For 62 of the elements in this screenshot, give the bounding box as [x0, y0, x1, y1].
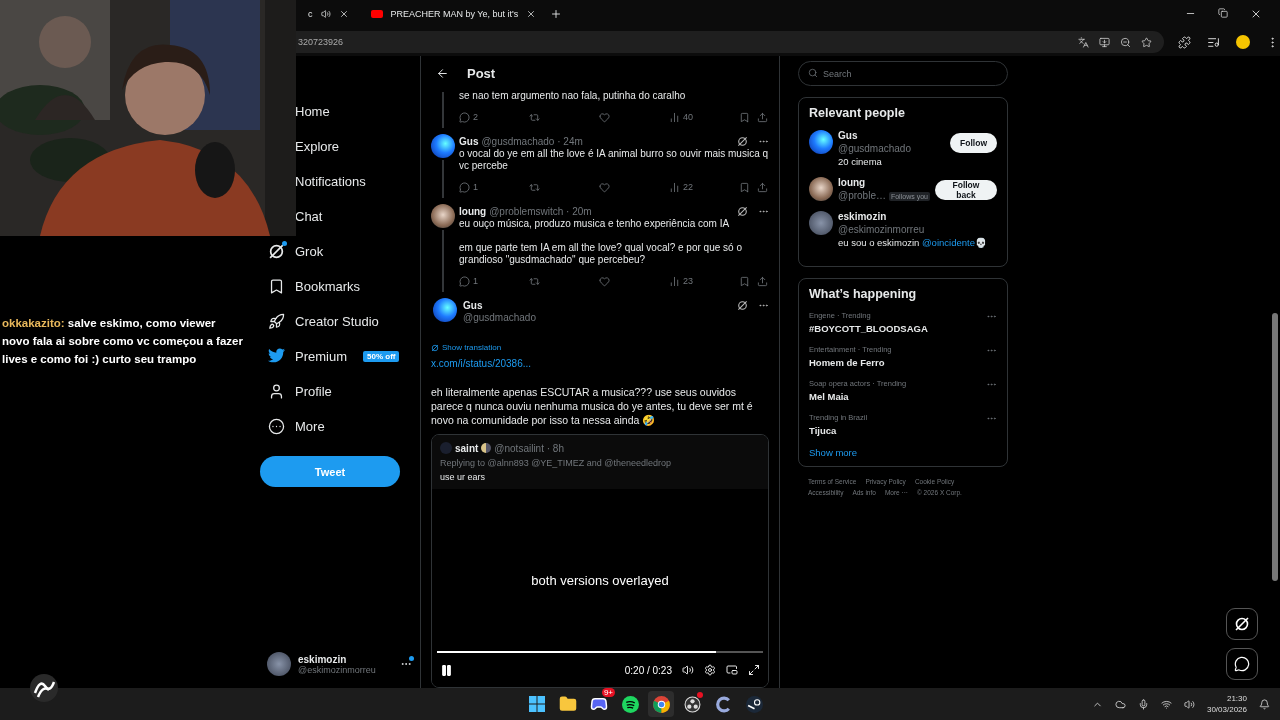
reply-text: eu ouço música, produzo musica e tenho experiência com IA em que parte tem IA em all the love? qual vocal? e por que só o grandioso "gusdmachado" que percebeu? [459, 218, 743, 266]
search-field[interactable]: Search [798, 61, 1008, 86]
count-badge: 9+ [601, 688, 615, 697]
trend-topic[interactable]: Tijuca [809, 425, 868, 436]
page-title: Post [467, 65, 496, 81]
author-name: saint [455, 442, 479, 454]
author-meta: @gusdmachado · 24m [481, 135, 583, 147]
view-count: 22 [683, 182, 693, 192]
post-text: eh literalmente apenas ESCUTAR a musica??? use seus ouvidos parece q nunca ouviu nenhuma musica do ye antes, tu deve ser mt é novo na comunidade por isso ta nessa ainda 🤣 [431, 385, 754, 427]
nav-item[interactable]: Premium 50% off [260, 339, 400, 374]
person-name: eskimozin [838, 211, 888, 222]
reply-text: se nao tem argumento nao fala, putinha do caralho [459, 90, 687, 102]
nav-item[interactable]: Bookmarks [260, 269, 361, 304]
trend-topic[interactable]: Mel Maia [809, 391, 907, 402]
person-name: loung [838, 177, 867, 188]
reply-text: o vocal do ye em all the love é IA animal burro so ouvir mais musica q vc percebe [459, 148, 769, 172]
chat-message: okkakazito: salve eskimo, como viewer novo fala ai sobre como vc começou a fazer lives e como foi :) curto seu trampo [2, 316, 244, 367]
follow-button[interactable]: Follow back [934, 180, 997, 200]
card-title: Relevant people [809, 106, 906, 120]
follow-button[interactable]: Follow [950, 133, 997, 153]
nav-item[interactable]: Explore [295, 129, 340, 164]
nav-item[interactable]: More [260, 409, 325, 444]
nav-item[interactable]: Home [295, 94, 330, 129]
video-caption: both versions overlayed [531, 573, 669, 588]
person-handle: @proble… [838, 190, 886, 201]
quoted-text: use ur ears [440, 471, 487, 483]
reply-count: 1 [473, 182, 478, 192]
browser-tab[interactable]: c [300, 2, 357, 26]
nav-item[interactable]: Profile [260, 374, 332, 409]
card-title: What’s happening [809, 287, 918, 301]
address-bar[interactable]: 320723926 [296, 31, 1164, 53]
clock[interactable]: 21:30 30/03/2026 [1206, 693, 1247, 715]
account-handle: @eskimozinmorreu [298, 664, 376, 675]
person-handle: @gusdmachado [838, 143, 911, 154]
show-more-link[interactable]: Show more [809, 447, 997, 458]
translation-link[interactable]: Show translation [431, 343, 769, 352]
author-name: Gus [459, 135, 479, 147]
account-name: eskimozin [298, 653, 348, 665]
person-bio: 20 cinema [838, 156, 883, 167]
trend-topic[interactable]: #BOYCOTT_BLOODSAGA [809, 323, 928, 334]
view-count: 40 [683, 112, 693, 122]
browser-tab[interactable]: PREACHER MAN by Ye, but it's [362, 2, 545, 26]
video-time: 0:20 / 0:23 [624, 664, 672, 676]
nav-item[interactable]: Grok [260, 234, 324, 269]
reply-count: 1 [473, 276, 478, 286]
replying-to: Replying to @alnn893 @YE_TIMEZ and @theneedledrop [440, 458, 673, 468]
view-count: 23 [683, 276, 693, 286]
reply-count: 2 [473, 112, 478, 122]
author-name: loung [459, 205, 487, 217]
author-meta: @notsailint · 8h [494, 442, 564, 454]
trend-topic[interactable]: Homem de Ferro [809, 357, 892, 368]
person-handle: @eskimozinmorreu [838, 224, 925, 235]
status-link[interactable]: x.com/i/status/20386... [431, 358, 769, 369]
author-name: Gus [463, 299, 483, 311]
nav-item[interactable]: Chat [295, 199, 323, 234]
author-handle: @gusdmachado [463, 312, 537, 323]
nav-item[interactable]: Notifications [295, 164, 366, 199]
discount-badge: 50% off [363, 351, 400, 362]
nav-item[interactable]: Creator Studio [260, 304, 379, 339]
person-bio: eu sou o eskimozin @oincidente💀 [838, 237, 988, 248]
author-meta: @problemswitch · 20m [489, 205, 592, 217]
person-name: Gus [838, 130, 859, 141]
